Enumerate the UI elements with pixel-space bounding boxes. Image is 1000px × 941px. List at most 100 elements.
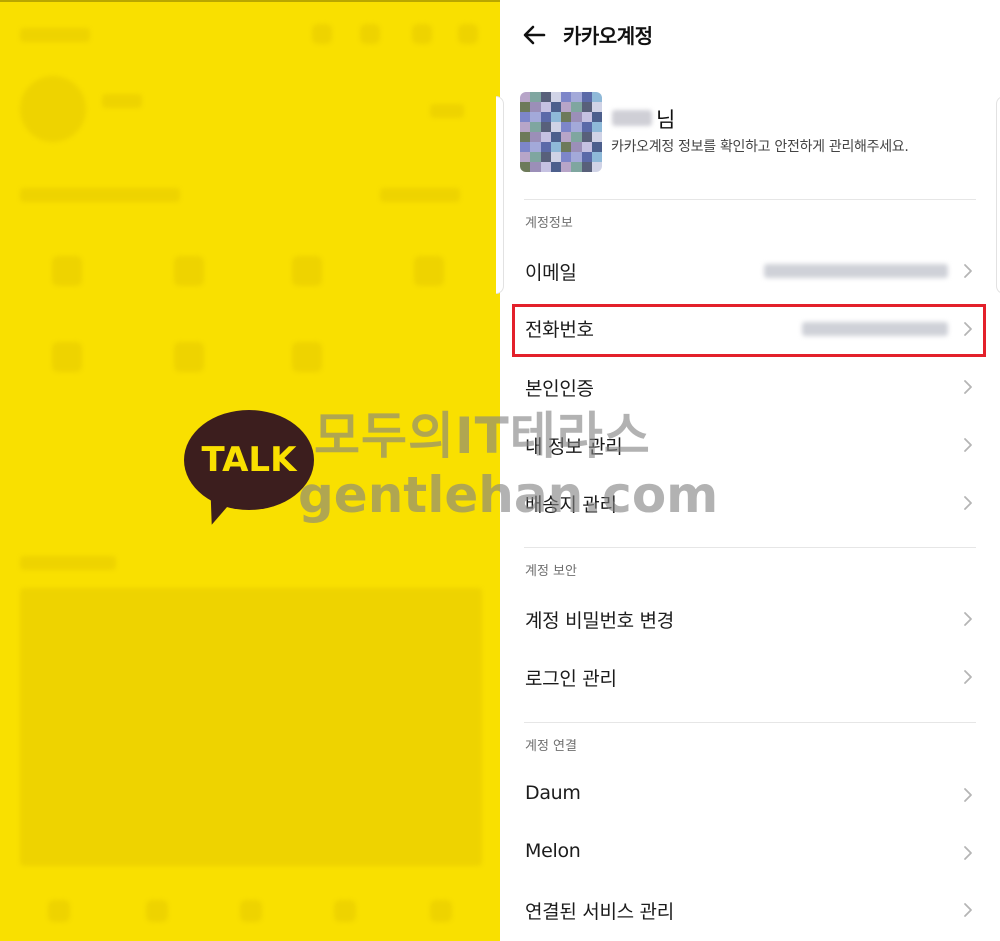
avatar-mosaic-cell [540, 132, 551, 142]
avatar-mosaic-cell [540, 162, 551, 172]
avatar-mosaic-cell [581, 142, 592, 152]
avatar-mosaic-cell [550, 122, 561, 132]
avatar [520, 92, 602, 172]
avatar-mosaic-cell [530, 152, 541, 162]
avatar-mosaic-cell [581, 102, 592, 112]
avatar-mosaic-cell [530, 92, 541, 102]
row-phone-number[interactable]: 전화번호 [512, 304, 986, 357]
section-title-account-security: 계정 보안 [525, 564, 577, 579]
section-title-account-info: 계정정보 [525, 216, 573, 231]
blurred-icon [412, 24, 432, 44]
chevron-right-icon [964, 788, 972, 802]
avatar-mosaic-cell [581, 162, 592, 172]
kakaotalk-background-pane: TALK [0, 0, 500, 941]
avatar-mosaic-cell [520, 162, 531, 172]
avatar-mosaic-cell [581, 112, 592, 122]
avatar-mosaic-cell [530, 162, 541, 172]
kakao-account-settings-pane: 카카오계정 님 카카오계정 정보를 확인하고 안전하게 관리해주세요. 계정정보… [496, 0, 1000, 941]
avatar-mosaic-cell [581, 152, 592, 162]
row-label: 배송지 관리 [525, 494, 617, 516]
avatar-mosaic-cell [571, 152, 582, 162]
profile-description: 카카오계정 정보를 확인하고 안전하게 관리해주세요. [611, 139, 909, 155]
blurred-tab-icon [146, 900, 168, 922]
section-divider [524, 722, 976, 723]
blurred-text [380, 188, 460, 202]
row-label: 본인인증 [525, 378, 594, 400]
row-my-info[interactable]: 내 정보 관리 [512, 420, 986, 470]
avatar-mosaic-cell [550, 92, 561, 102]
background-card-edge [496, 96, 504, 294]
chevron-right-icon [964, 322, 972, 336]
back-button[interactable] [520, 20, 550, 50]
row-label: Daum [525, 782, 581, 804]
background-card-edge [996, 96, 1000, 294]
avatar-mosaic-cell [530, 142, 541, 152]
avatar-mosaic-cell [591, 132, 602, 142]
row-change-password[interactable]: 계정 비밀번호 변경 [512, 594, 986, 644]
avatar-mosaic-cell [561, 92, 572, 102]
blurred-icon [174, 342, 204, 372]
avatar-mosaic-cell [591, 162, 602, 172]
row-label: 계정 비밀번호 변경 [525, 610, 674, 632]
blurred-header-text [20, 28, 90, 42]
section-title-account-links: 계정 연결 [525, 739, 577, 754]
blurred-icon [360, 24, 380, 44]
row-label: 전화번호 [525, 319, 594, 341]
avatar-mosaic-cell [581, 132, 592, 142]
row-login-management[interactable]: 로그인 관리 [512, 652, 986, 702]
avatar-mosaic-cell [561, 112, 572, 122]
row-identity-verification[interactable]: 본인인증 [512, 362, 986, 412]
row-shipping-address[interactable]: 배송지 관리 [512, 478, 986, 528]
row-melon[interactable]: Melon [512, 828, 986, 878]
avatar-mosaic-cell [550, 102, 561, 112]
blurred-icon [52, 256, 82, 286]
row-connected-services[interactable]: 연결된 서비스 관리 [512, 885, 986, 935]
avatar-mosaic-cell [591, 112, 602, 122]
avatar-mosaic-cell [550, 112, 561, 122]
row-label: Melon [525, 840, 581, 862]
blurred-text [20, 188, 180, 202]
avatar-mosaic-cell [520, 132, 531, 142]
avatar-mosaic-cell [561, 132, 572, 142]
avatar-mosaic-cell [561, 122, 572, 132]
avatar-mosaic-cell [530, 102, 541, 112]
row-label: 연결된 서비스 관리 [525, 901, 674, 923]
blurred-name [102, 94, 142, 108]
blurred-search-icon [312, 24, 332, 44]
avatar-mosaic-cell [561, 152, 572, 162]
blurred-icon [174, 256, 204, 286]
blurred-avatar [20, 76, 86, 142]
blurred-icon [52, 342, 82, 372]
avatar-mosaic-cell [540, 112, 551, 122]
chevron-right-icon [964, 846, 972, 860]
blurred-banner [20, 588, 482, 866]
avatar-mosaic-cell [550, 162, 561, 172]
avatar-mosaic-cell [520, 102, 531, 112]
avatar-mosaic-cell [571, 132, 582, 142]
avatar-mosaic-cell [550, 152, 561, 162]
avatar-mosaic-cell [591, 92, 602, 102]
avatar-mosaic-cell [571, 142, 582, 152]
chevron-right-icon [964, 612, 972, 626]
row-daum[interactable]: Daum [512, 770, 986, 820]
row-email[interactable]: 이메일 [512, 246, 986, 296]
page-title: 카카오계정 [563, 24, 653, 48]
chevron-right-icon [964, 496, 972, 510]
avatar-mosaic-cell [571, 92, 582, 102]
chevron-right-icon [964, 264, 972, 278]
avatar-mosaic-cell [520, 152, 531, 162]
avatar-mosaic-cell [550, 142, 561, 152]
blurred-text [430, 104, 464, 118]
avatar-mosaic-cell [540, 102, 551, 112]
avatar-mosaic-cell [530, 122, 541, 132]
avatar-mosaic-cell [561, 102, 572, 112]
avatar-mosaic-cell [530, 132, 541, 142]
blurred-icon [414, 256, 444, 286]
avatar-mosaic-cell [581, 122, 592, 132]
blurred-text [20, 556, 116, 570]
avatar-mosaic-cell [540, 122, 551, 132]
avatar-mosaic-cell [540, 142, 551, 152]
blurred-tab-icon [334, 900, 356, 922]
blurred-icon [292, 342, 322, 372]
phone-value-blurred [802, 322, 948, 336]
